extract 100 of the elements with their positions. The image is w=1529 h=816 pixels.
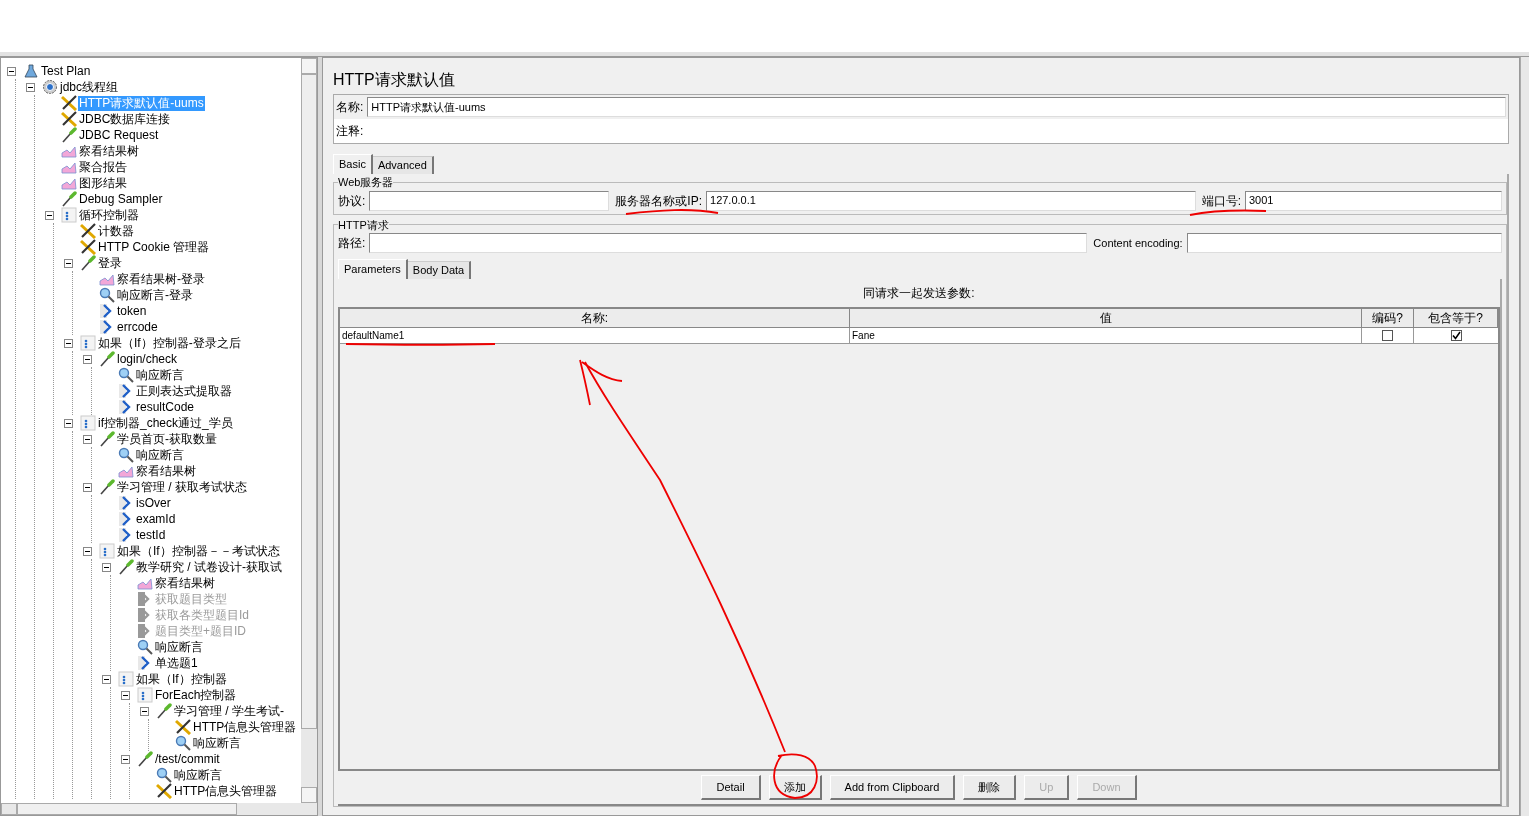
tree-item[interactable]: 如果（If）控制器-登录之后 (97, 335, 242, 351)
tree-item[interactable]: errcode (116, 319, 159, 335)
tree-item[interactable]: Test Plan (40, 63, 92, 79)
collapse-toggle-icon[interactable] (83, 434, 92, 444)
tree-item[interactable]: 学习管理 / 学生考试- (173, 703, 285, 719)
port-field[interactable]: 3001 (1245, 190, 1502, 211)
tree-item[interactable]: testId (135, 527, 167, 543)
protocol-field[interactable] (369, 190, 610, 211)
tree-item[interactable]: HTTP Cookie 管理器 (97, 239, 211, 255)
horizontal-scrollbar[interactable] (1, 803, 317, 815)
tree-item[interactable]: 聚合报告 (78, 159, 128, 175)
graph-icon (60, 176, 77, 190)
pipette-icon (79, 255, 96, 271)
collapse-toggle-icon[interactable] (64, 338, 73, 348)
table-caption: 同请求一起发送参数: (862, 285, 976, 302)
collapse-toggle-icon[interactable] (102, 562, 111, 572)
group-title: Web服务器 (338, 175, 394, 190)
collapse-toggle-icon[interactable] (83, 546, 92, 556)
field-label: 名称: (336, 99, 364, 116)
tree-item[interactable]: 响应断言 (173, 767, 223, 783)
tree-item[interactable]: 学员首页-获取数量 (116, 431, 218, 447)
crossed-tools-icon (78, 239, 97, 255)
gear-icon (41, 79, 58, 95)
magnifier-icon (155, 767, 172, 783)
checkbox[interactable] (1382, 330, 1393, 341)
vertical-scrollbar[interactable] (1520, 57, 1529, 816)
field-label: 路径: (338, 235, 366, 252)
tree-item[interactable]: if控制器_check通过_学员 (97, 415, 234, 431)
document-icon (60, 207, 77, 223)
pipette-icon (98, 351, 115, 367)
tree-item[interactable]: 察看结果树-登录 (116, 271, 206, 287)
collapse-toggle-icon[interactable] (64, 418, 73, 428)
tree-item[interactable]: 如果（If）控制器 (135, 671, 228, 687)
vertical-scrollbar[interactable] (301, 58, 317, 803)
tree-item[interactable]: 登录 (97, 255, 123, 271)
tree-item[interactable]: /test/commit (154, 751, 221, 767)
graph-icon (136, 576, 153, 590)
pipette-icon (117, 559, 134, 575)
path-field[interactable] (369, 233, 1088, 253)
tree-item[interactable]: 察看结果树 (154, 575, 216, 591)
collapse-toggle-icon[interactable] (26, 82, 35, 92)
collapse-toggle-icon[interactable] (7, 66, 16, 76)
tree-item[interactable]: ForEach控制器 (154, 687, 238, 703)
tree-item[interactable]: HTTP信息头管理器 (173, 783, 279, 799)
action-button[interactable]: 添加 (768, 775, 822, 800)
tree-item[interactable]: resultCode (135, 399, 196, 415)
tree-item[interactable]: jdbc线程组 (59, 79, 119, 95)
document-icon (117, 671, 134, 687)
field-label: 端口号: (1201, 192, 1241, 210)
crossed-tools-icon (59, 111, 78, 127)
tree-item[interactable]: HTTP信息头管理器 (192, 719, 298, 735)
encoding-field[interactable] (1186, 233, 1502, 253)
action-button[interactable]: Detail (701, 775, 761, 800)
tree-item[interactable]: 正则表达式提取器 (135, 383, 233, 399)
collapse-toggle-icon[interactable] (45, 210, 54, 220)
collapse-toggle-icon[interactable] (83, 354, 92, 364)
field-label: 服务器名称或IP: (615, 192, 702, 210)
tree-item[interactable]: isOver (135, 495, 172, 511)
pipette-icon (60, 127, 77, 143)
tree-item[interactable]: 响应断言 (135, 447, 185, 463)
tree-item[interactable]: JDBC Request (78, 127, 160, 143)
document-icon (79, 335, 96, 351)
tree-item[interactable]: token (116, 303, 148, 319)
action-button[interactable]: 删除 (963, 775, 1017, 800)
magnifier-icon (117, 367, 134, 383)
tree-item[interactable]: 图形结果 (78, 175, 128, 191)
tree-item[interactable]: 响应断言-登录 (116, 287, 194, 303)
tree-item[interactable]: Debug Sampler (78, 191, 164, 207)
tree-item[interactable]: 响应断言 (154, 639, 204, 655)
collapse-toggle-icon[interactable] (64, 258, 73, 268)
tab[interactable]: Parameters (338, 259, 408, 279)
document-icon (98, 543, 115, 559)
tree-item[interactable]: 响应断言 (192, 735, 242, 751)
tree-item[interactable]: 响应断言 (135, 367, 185, 383)
collapse-toggle-icon[interactable] (121, 754, 130, 764)
magnifier-icon (117, 447, 134, 463)
tree-item[interactable]: 循环控制器 (78, 207, 140, 223)
tree-item[interactable]: 学习管理 / 获取考试状态 (116, 479, 248, 495)
tab[interactable]: Basic (333, 154, 373, 174)
tree-item[interactable]: 教学研究 / 试卷设计-获取试 (135, 559, 283, 575)
tab[interactable]: Advanced (372, 156, 434, 174)
collapse-toggle-icon[interactable] (83, 482, 92, 492)
collapse-toggle-icon[interactable] (140, 706, 149, 716)
tree-item[interactable]: examId (135, 511, 177, 527)
tree-item[interactable]: 单选题1 (154, 655, 199, 671)
checkbox[interactable] (1450, 330, 1462, 341)
tree-item[interactable]: 察看结果树 (78, 143, 140, 159)
tree-item[interactable]: JDBC数据库连接 (78, 111, 172, 127)
tree-item[interactable]: 察看结果树 (135, 463, 197, 479)
tree-item[interactable]: login/check (116, 351, 179, 367)
tree-item[interactable]: 计数器 (97, 223, 135, 239)
tree-item[interactable]: 如果（If）控制器－－考试状态 (116, 543, 281, 559)
collapse-toggle-icon[interactable] (102, 674, 111, 684)
graph-icon (117, 464, 134, 478)
server-field[interactable]: 127.0.0.1 (706, 190, 1196, 211)
action-button[interactable]: Add from Clipboard (829, 775, 956, 800)
pipette-icon (136, 751, 153, 767)
name-field[interactable]: HTTP请求默认值-uums (367, 97, 1506, 117)
tab[interactable]: Body Data (407, 261, 472, 279)
collapse-toggle-icon[interactable] (121, 690, 130, 700)
